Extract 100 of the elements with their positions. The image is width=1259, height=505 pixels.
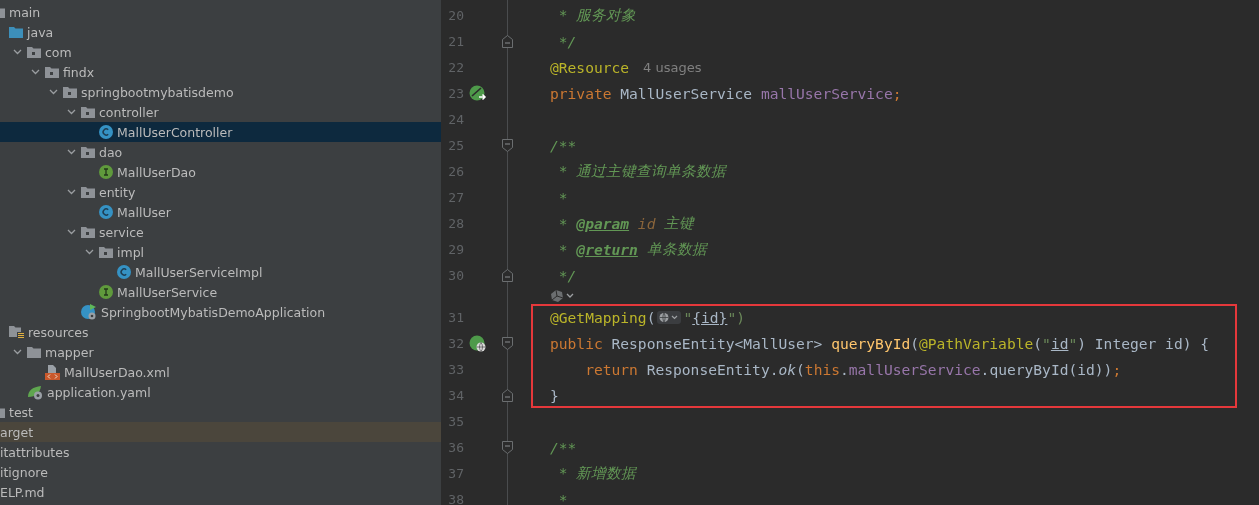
line-number: 24: [447, 111, 464, 127]
chevron-down-icon[interactable]: [31, 69, 40, 75]
code-token: ok: [778, 360, 797, 378]
line-number: 35: [447, 413, 464, 429]
tree-item[interactable]: main: [0, 2, 441, 22]
tree-item[interactable]: resources: [0, 322, 441, 342]
usages-hint[interactable]: 4 usages: [643, 59, 702, 75]
tree-item[interactable]: MallUserServiceImpl: [0, 262, 441, 282]
line-number: 20: [447, 7, 464, 23]
tree-item[interactable]: mapper: [0, 342, 441, 362]
class-icon: [99, 125, 113, 139]
tree-item[interactable]: test: [0, 402, 441, 422]
tree-item[interactable]: impl: [0, 242, 441, 262]
code-token: }: [550, 386, 559, 404]
package-folder-icon: [45, 66, 59, 78]
code-token: queryById: [831, 334, 911, 352]
chevron-down-icon[interactable]: [13, 49, 22, 55]
chevron-down-icon[interactable]: [49, 89, 58, 95]
line-number: 30: [447, 267, 464, 283]
tree-item[interactable]: springbootmybatisdemo: [0, 82, 441, 102]
code-token: public: [550, 334, 603, 352]
chevron-down-icon[interactable]: [67, 189, 76, 195]
chevron-down-icon[interactable]: [67, 109, 76, 115]
tree-item[interactable]: service: [0, 222, 441, 242]
endpoint-globe-icon[interactable]: [469, 334, 487, 352]
tree-item[interactable]: controller: [0, 102, 441, 122]
package-folder-icon: [27, 46, 41, 58]
code-token: mallUserService: [848, 360, 981, 378]
code-token: /**: [550, 438, 577, 456]
tree-item[interactable]: application.yaml: [0, 382, 441, 402]
tree-item[interactable]: com: [0, 42, 441, 62]
code-token: (: [1033, 334, 1043, 352]
fold-marker-icon[interactable]: [502, 336, 513, 350]
xml-file-icon: [45, 364, 60, 380]
line-number: 34: [447, 387, 464, 403]
code-token: @return: [576, 240, 638, 258]
tree-item[interactable]: itignore: [0, 462, 441, 482]
fold-marker-icon[interactable]: [502, 388, 513, 402]
line-number: 28: [447, 215, 464, 231]
tree-item[interactable]: SpringbootMybatisDemoApplication: [0, 302, 441, 322]
tree-item[interactable]: MallUser: [0, 202, 441, 222]
line-number: 29: [447, 241, 464, 257]
package-folder-icon: [81, 226, 95, 238]
line-number: 21: [447, 33, 464, 49]
code-token: ) Integer id) {: [1077, 334, 1210, 352]
folder-icon: [9, 26, 23, 38]
code-token: (: [910, 334, 920, 352]
tree-item[interactable]: MallUserDao.xml: [0, 362, 441, 382]
tree-item[interactable]: findx: [0, 62, 441, 82]
tree-item[interactable]: dao: [0, 142, 441, 162]
tree-item[interactable]: java: [0, 22, 441, 42]
chevron-down-icon[interactable]: [67, 229, 76, 235]
chevron-down-icon[interactable]: [67, 149, 76, 155]
fold-marker-icon[interactable]: [502, 138, 513, 152]
fold-marker-icon[interactable]: [502, 268, 513, 282]
code-token: ": [1068, 334, 1078, 352]
code-token: "): [727, 308, 745, 326]
chevron-down-icon[interactable]: [13, 349, 22, 355]
code-token: ": [683, 308, 693, 326]
folder-icon: [27, 346, 41, 358]
fold-marker-icon[interactable]: [502, 34, 513, 48]
code-token: *: [557, 490, 568, 505]
leaf-gear-icon: [27, 384, 43, 400]
tree-item[interactable]: MallUserDao: [0, 162, 441, 182]
tree-item[interactable]: MallUserService: [0, 282, 441, 302]
line-number: 32: [447, 335, 464, 351]
bean-navigation-icon[interactable]: [469, 84, 487, 102]
line-number: 22: [447, 59, 464, 75]
code-token: * 通过主键查询单条数据: [557, 161, 727, 181]
code-token: */: [557, 32, 577, 50]
code-token: ;: [1112, 360, 1122, 378]
code-token: return: [584, 360, 638, 378]
code-token: *: [557, 188, 568, 206]
tree-item[interactable]: ELP.md: [0, 482, 441, 502]
globe-hint-icon[interactable]: [657, 310, 682, 324]
code-token: * 新增数据: [557, 463, 637, 483]
line-number: 33: [447, 361, 464, 377]
fold-marker-icon[interactable]: [502, 440, 513, 454]
code-token: {id}: [692, 308, 728, 326]
code-token: @param: [576, 214, 630, 232]
tree-item[interactable]: entity: [0, 182, 441, 202]
code-token: (: [646, 308, 656, 326]
code-token: @GetMapping: [550, 308, 647, 326]
code-token: MallUserService: [619, 84, 754, 102]
tree-item[interactable]: arget: [0, 422, 441, 442]
chevron-down-icon[interactable]: [85, 249, 94, 255]
code-token: ResponseEntity<MallUser>: [610, 334, 824, 352]
code-token: this: [804, 360, 840, 378]
tree-item[interactable]: MallUserController: [0, 122, 441, 142]
code-token: (: [796, 360, 805, 378]
code-hints-icon[interactable]: [550, 289, 576, 303]
code-token: @PathVariable: [919, 334, 1034, 352]
package-folder-icon: [81, 186, 95, 198]
class-icon: [117, 265, 131, 279]
package-folder-icon: [81, 106, 95, 118]
tree-item[interactable]: itattributes: [0, 442, 441, 462]
code-token: *: [557, 214, 569, 232]
code-token: 主键: [663, 213, 695, 233]
package-folder-icon: [63, 86, 77, 98]
line-number: 27: [447, 189, 464, 205]
